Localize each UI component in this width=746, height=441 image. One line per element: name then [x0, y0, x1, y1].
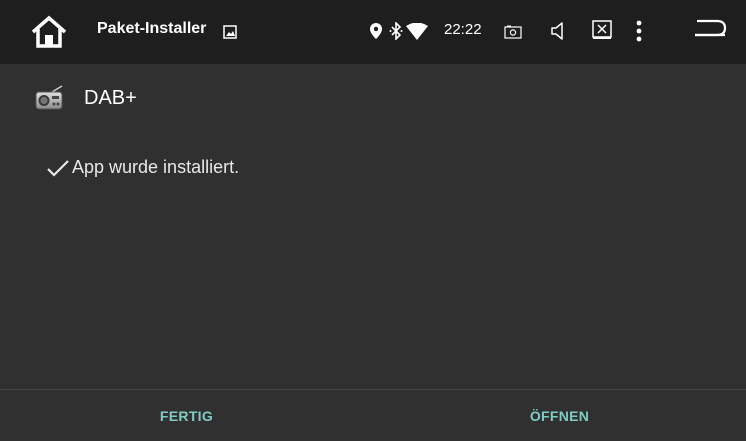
back-button[interactable]: [690, 17, 728, 45]
volume-button[interactable]: [549, 20, 569, 42]
home-icon: [31, 15, 67, 48]
wifi-icon: [406, 22, 428, 40]
image-notification-icon: [222, 24, 238, 40]
status-bar: Paket-Installer 22:22: [0, 0, 746, 64]
app-title: Paket-Installer: [97, 20, 207, 37]
bluetooth-icon: [389, 21, 403, 41]
install-status: App wurde installiert.: [46, 157, 239, 178]
app-header: DAB+: [34, 82, 137, 114]
more-options-button[interactable]: [634, 19, 644, 43]
location-icon: [370, 22, 382, 40]
open-button[interactable]: ÖFFNEN: [373, 390, 746, 441]
home-button[interactable]: [28, 12, 70, 52]
radio-icon: [35, 85, 63, 110]
done-button[interactable]: FERTIG: [0, 390, 373, 441]
app-name: DAB+: [84, 86, 137, 109]
button-bar: FERTIG ÖFFNEN: [0, 390, 746, 441]
close-app-icon: [592, 20, 612, 39]
clock: 22:22: [444, 21, 482, 38]
back-icon: [695, 19, 727, 37]
screenshot-icon: [504, 25, 522, 39]
screenshot-button[interactable]: [504, 24, 522, 40]
more-vert-icon: [636, 20, 642, 42]
close-app-button[interactable]: [591, 19, 613, 41]
install-status-message: App wurde installiert.: [72, 157, 240, 177]
check-icon: [47, 159, 69, 177]
volume-icon: [551, 22, 563, 40]
